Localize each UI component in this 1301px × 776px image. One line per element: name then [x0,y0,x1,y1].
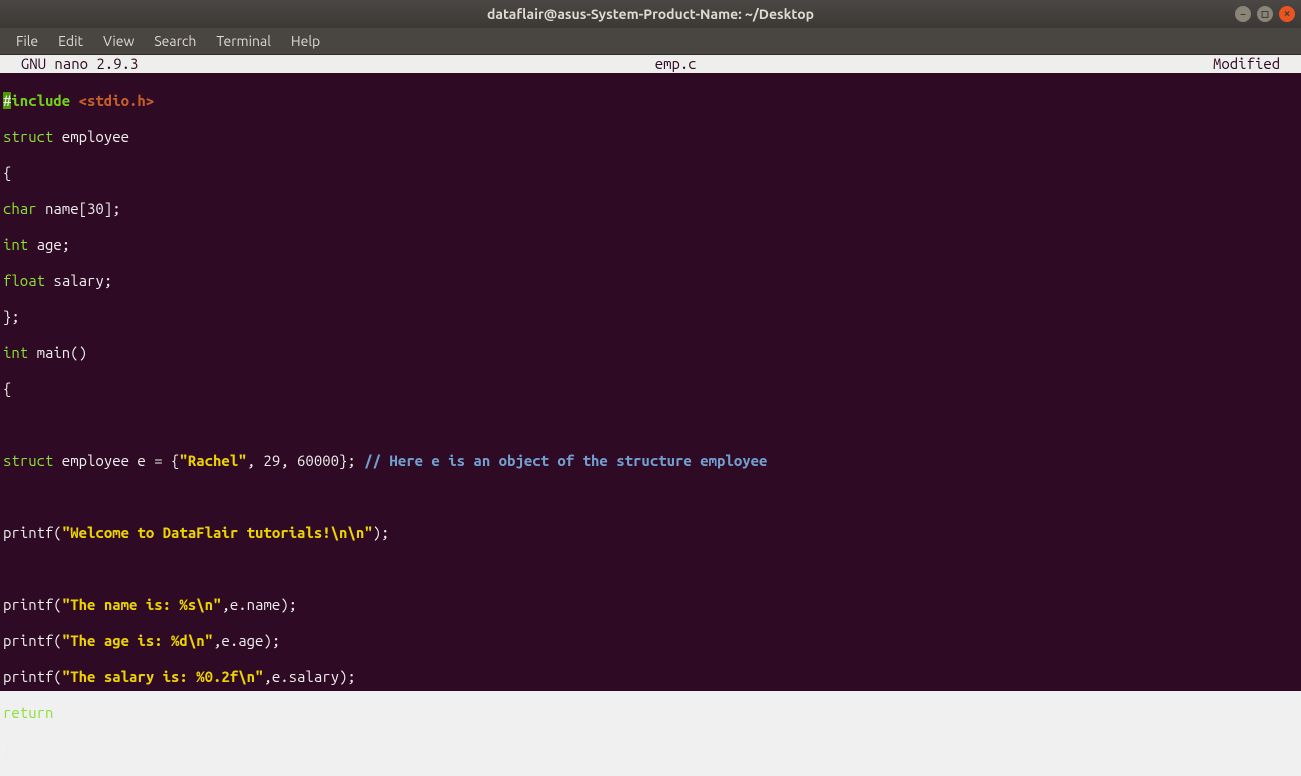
menu-view[interactable]: View [93,29,144,53]
token-plain: ); [373,524,390,541]
code-line: printf("Welcome to DataFlair tutorials!\… [3,524,1298,542]
maximize-icon[interactable]: ◻ [1257,6,1273,22]
token-plain: printf( [3,524,62,541]
token-plain: ,e.salary); [263,668,355,685]
window-title: dataflair@asus-System-Product-Name: ~/De… [487,6,814,22]
token-type: int [3,236,28,253]
editor-area[interactable]: #include <stdio.h> struct employee { cha… [0,73,1301,691]
token-type: int [3,344,28,361]
window-controls: – ◻ × [1235,6,1295,22]
token-string: "The salary is: %0.2f\n" [62,668,264,685]
token-string: "Rachel" [179,452,246,469]
menu-file[interactable]: File [6,29,48,53]
code-line [3,416,1298,434]
token-plain: }; [3,308,20,325]
token-plain: printf( [3,668,62,685]
code-line: { [3,380,1298,398]
menu-search[interactable]: Search [144,29,206,53]
window-titlebar: dataflair@asus-System-Product-Name: ~/De… [0,0,1301,28]
token-plain: , 29, 60000}; [247,452,365,469]
token-type: char [3,200,37,217]
code-line: return 0; [3,704,1298,722]
token-string: "Welcome to DataFlair tutorials!\n\n" [62,524,373,541]
code-line: printf("The salary is: %0.2f\n",e.salary… [3,668,1298,686]
code-line: int age; [3,236,1298,254]
menubar: File Edit View Search Terminal Help [0,28,1301,55]
nano-status-bar: GNU nano 2.9.3 emp.c Modified [0,55,1301,73]
nano-filename: emp.c [655,55,697,73]
token-comment: // Here e is an object of the structure … [364,452,767,469]
token-plain: age; [28,236,70,253]
token-plain: ,e.name); [221,596,297,613]
token-plain: main() [28,344,87,361]
menu-terminal[interactable]: Terminal [206,29,281,53]
code-line [3,560,1298,578]
code-line: int main() [3,344,1298,362]
token-plain: printf( [3,632,62,649]
code-line: } [3,740,1298,758]
token-plain: } [3,740,11,757]
token-include: include [11,92,78,109]
code-line [3,488,1298,506]
code-line: { [3,164,1298,182]
close-icon[interactable]: × [1279,6,1295,22]
code-line: #include <stdio.h> [3,92,1298,110]
token-keyword: struct [3,452,53,469]
minimize-icon[interactable]: – [1235,6,1251,22]
nano-modified: Modified [1213,55,1297,73]
code-line: }; [3,308,1298,326]
token-string: "The age is: %d\n" [62,632,213,649]
menu-edit[interactable]: Edit [48,29,93,53]
token-plain: printf( [3,596,62,613]
token-plain: employee e = { [53,452,179,469]
menu-help[interactable]: Help [281,29,330,53]
token-keyword: return [3,704,53,721]
code-line: printf("The name is: %s\n",e.name); [3,596,1298,614]
code-line: float salary; [3,272,1298,290]
code-line: struct employee [3,128,1298,146]
token-plain: { [3,380,11,397]
token-plain: ,e.age); [213,632,280,649]
token-plain: name[30]; [37,200,121,217]
code-line: printf("The age is: %d\n",e.age); [3,632,1298,650]
token-plain: salary; [45,272,112,289]
code-line: char name[30]; [3,200,1298,218]
code-line: struct employee e = {"Rachel", 29, 60000… [3,452,1298,470]
token-plain: employee [53,128,129,145]
token-plain: { [3,164,11,181]
token-string: "The name is: %s\n" [62,596,222,613]
token-header: <stdio.h> [79,92,155,109]
nano-version: GNU nano 2.9.3 [4,55,138,73]
token-type: float [3,272,45,289]
token-plain: 0; [53,704,78,721]
token-keyword: struct [3,128,53,145]
